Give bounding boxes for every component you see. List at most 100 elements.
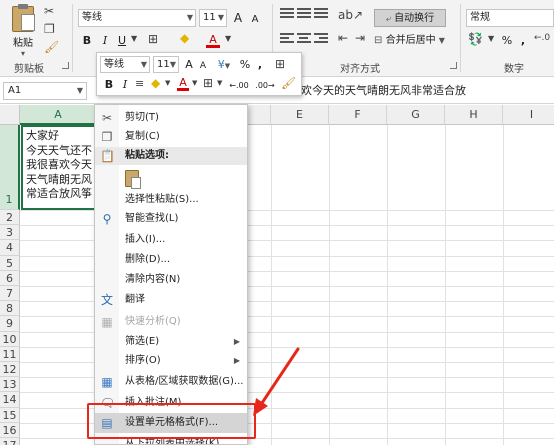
mini-border-icon[interactable]: ⊞ [203,76,213,90]
row-header-4[interactable]: 4 [0,240,20,256]
column-header-f[interactable]: F [329,105,387,125]
border-icon[interactable]: ⊞ [148,32,158,46]
table-icon: ▦ [101,375,113,389]
mini-font-select[interactable]: 等线 ▼ [100,56,150,73]
row-header-10[interactable]: 10 [0,331,20,347]
shrink-font-button[interactable]: A [249,11,261,29]
row-header-13[interactable]: 13 [0,377,20,393]
comma-style-button[interactable]: , [518,32,528,50]
underline-button[interactable]: U [115,32,129,50]
cell-a1-line: 大家好 [26,129,59,142]
bold-button[interactable]: B [80,32,94,50]
grow-font-button[interactable]: A [231,9,245,27]
mini-italic-button[interactable]: I [119,76,131,93]
row-header-11[interactable]: 11 [0,346,20,362]
merge-center-button[interactable]: ⊟ 合并后居中 ▼ [374,32,460,50]
menu-item-translate[interactable]: 文 翻译 [95,291,247,309]
menu-item-cut[interactable]: ✂ 剪切(T) [95,109,247,127]
align-middle-icon[interactable] [297,8,311,20]
align-right-icon[interactable] [314,33,328,45]
menu-item-filter[interactable]: 筛选(E) ▶ [95,333,247,351]
column-header-a[interactable]: A [20,105,97,125]
row-header-5[interactable]: 5 [0,255,20,271]
chevron-down-icon[interactable]: ▼ [192,79,197,87]
mini-decrease-decimal-button[interactable]: .00→ [253,77,277,94]
paste-option-button[interactable] [122,167,142,189]
name-box[interactable]: A1 ▼ [3,82,87,100]
mini-increase-decimal-button[interactable]: ←.00 [227,77,251,94]
menu-item-paste-special[interactable]: 选择性粘贴(S)... [95,191,247,209]
italic-button[interactable]: I [98,32,112,50]
row-header-1[interactable]: 1 [0,125,20,210]
copy-icon[interactable]: ❐ [44,22,55,36]
column-header-h[interactable]: H [445,105,503,125]
align-bottom-icon[interactable] [314,8,328,20]
percent-style-button[interactable]: % [500,32,514,50]
mini-currency-button[interactable]: ¥▼ [213,56,235,73]
row-header-16[interactable]: 16 [0,422,20,438]
column-header-e[interactable]: E [271,105,329,125]
row-header-6[interactable]: 6 [0,270,20,286]
align-top-icon[interactable] [280,8,294,20]
chevron-down-icon[interactable]: ▼ [165,79,170,87]
row-header-15[interactable]: 15 [0,407,20,423]
currency-format-icon[interactable]: 💱 [468,32,483,46]
row-header-12[interactable]: 12 [0,362,20,378]
grid-line [503,125,504,445]
row-header-9[interactable]: 9 [0,316,20,332]
font-name-select[interactable]: 等线 ▼ [78,9,196,27]
row-header-3[interactable]: 3 [0,225,20,241]
chevron-down-icon[interactable]: ▼ [488,34,494,43]
clipboard-launcher-icon[interactable] [62,62,69,69]
mini-grow-font-button[interactable]: A [183,56,195,73]
chevron-down-icon[interactable]: ▾ [6,49,40,58]
paste-button[interactable]: 粘贴 ▾ [6,4,40,58]
alignment-launcher-icon[interactable] [450,62,457,69]
font-color-button[interactable]: A [206,32,220,48]
mini-fill-color-icon[interactable]: ◆ [151,76,160,90]
mini-font-color-button[interactable]: A [177,76,189,91]
row-header-14[interactable]: 14 [0,392,20,408]
font-size-select[interactable]: 11 ▼ [199,9,227,27]
mini-bold-button[interactable]: B [103,76,115,93]
chevron-down-icon[interactable]: ▼ [225,34,231,43]
column-header-i[interactable]: I [503,105,554,125]
increase-decimal-icon[interactable]: ←.0 [534,33,550,43]
increase-indent-icon[interactable]: ⇥ [355,31,365,45]
row-header-8[interactable]: 8 [0,301,20,317]
align-left-icon[interactable] [280,33,294,45]
format-painter-icon[interactable]: 🖌 [44,40,59,54]
decrease-indent-icon[interactable]: ⇤ [338,31,348,45]
mini-comma-button[interactable]: , [255,56,265,73]
submenu-arrow-icon: ▶ [233,337,240,346]
menu-item-insert[interactable]: 插入(I)... [95,231,247,249]
align-center-icon[interactable] [297,33,311,45]
mini-size-select[interactable]: 11 ▼ [153,56,179,73]
row-header-2[interactable]: 2 [0,210,20,226]
grid-line [271,125,272,445]
cell-a1-line: 我很喜欢今天 [26,158,92,171]
orientation-icon[interactable]: ab↗ [338,8,363,22]
menu-item-get-data-from-table[interactable]: ▦ 从表格/区域获取数据(G)... [95,373,247,391]
mini-align-center-icon[interactable]: ≡ [135,77,144,90]
menu-item-delete[interactable]: 删除(D)... [95,251,247,269]
cut-icon[interactable]: ✂ [44,4,54,18]
wrap-text-button[interactable]: ⤶ 自动换行 [374,9,446,27]
fill-color-icon[interactable]: ◆ [180,31,189,45]
menu-item-clear-contents[interactable]: 清除内容(N) [95,271,247,289]
column-header-g[interactable]: G [387,105,445,125]
number-format-select[interactable]: 常规 [466,9,554,27]
menu-item-copy[interactable]: ❐ 复制(C) [95,128,247,146]
cell-a1[interactable]: 大家好 今天天气还不 我很喜欢今天 天气晴朗无风 常适合放风筝 [21,125,97,210]
menu-item-sort[interactable]: 排序(O) ▶ [95,352,247,370]
menu-item-smart-lookup[interactable]: ⚲ 智能查找(L) [95,210,247,228]
format-table-icon[interactable]: ⊞ [275,57,285,71]
row-header-7[interactable]: 7 [0,286,20,302]
select-all-corner[interactable] [0,105,20,125]
mini-shrink-font-button[interactable]: A [198,58,208,75]
mini-format-painter-icon[interactable]: 🖌 [281,76,296,90]
row-header-17[interactable]: 17 [0,438,20,445]
chevron-down-icon[interactable]: ▼ [131,34,137,43]
chevron-down-icon[interactable]: ▼ [217,79,222,87]
mini-percent-button[interactable]: % [239,56,251,73]
